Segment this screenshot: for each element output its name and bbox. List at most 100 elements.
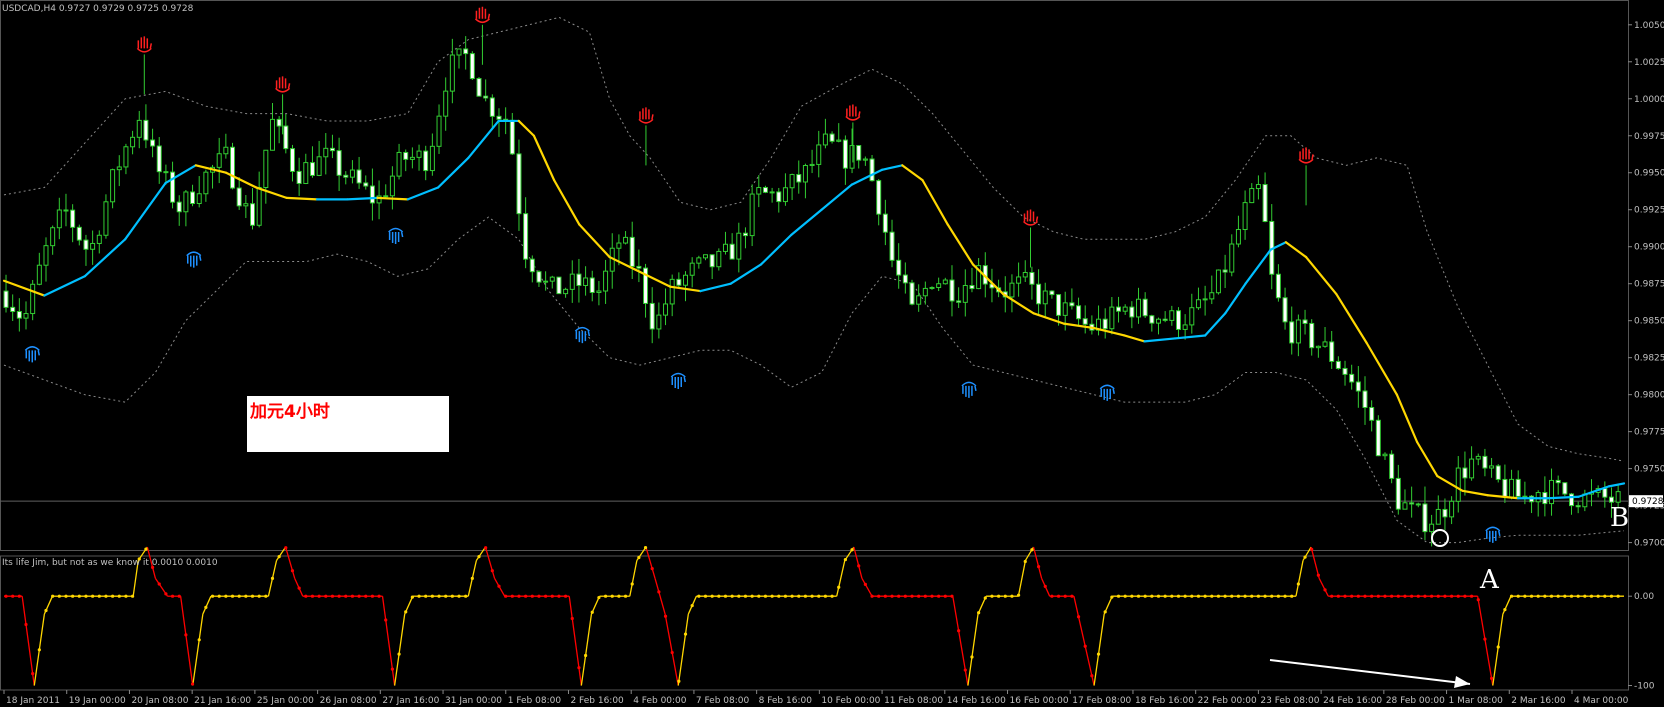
osc-dot [397,652,401,656]
osc-dot [1509,594,1514,598]
osc-dot [1356,594,1360,598]
candle-body [130,136,136,148]
osc-dot [797,594,801,598]
candle-body [1029,272,1035,285]
osc-dot [410,595,414,599]
osc-dot [1170,594,1174,598]
osc-dot [430,594,434,598]
candle-body [516,153,522,215]
osc-dot [177,594,181,598]
candle-body [1555,479,1561,484]
osc-dot [650,567,654,571]
osc-dot [130,594,135,598]
osc-dot [190,682,195,686]
candle-body [443,90,449,117]
osc-dot [217,594,221,598]
candle-body [969,284,975,290]
candle-body [230,146,236,189]
price-tick-label: 0.9850 [1634,317,1664,327]
candle-body [309,162,315,176]
candle-body [1329,341,1335,362]
osc-dot [57,594,61,598]
osc-dot [1416,594,1420,598]
osc-dot [903,594,907,598]
osc-dot [1176,594,1181,598]
candle-body [1215,269,1221,294]
osc-dot [690,603,694,608]
candle-body [916,295,922,305]
osc-dot [1503,608,1507,612]
candle-body [742,232,748,237]
osc-dot [464,594,468,598]
osc-dot [1283,594,1287,598]
price-tick-label: 0.9775 [1634,428,1664,438]
candle-body [1102,318,1108,330]
osc-dot [230,594,235,598]
ma-segment [285,196,318,201]
candle-body [1042,290,1048,305]
osc-dot [97,594,101,598]
time-tick-label: 11 Feb 08:00 [884,696,943,706]
osc-dot [504,594,508,598]
candle-body [1475,455,1481,460]
osc-dot [730,594,734,598]
time-tick-label: 16 Feb 00:00 [1010,696,1069,706]
candle-body [283,125,289,150]
candle-body [1082,318,1088,325]
candle-body [776,191,782,203]
annotation-a: A [1479,565,1500,595]
candle-body [1222,269,1228,273]
candle-body [383,195,389,198]
candle-body [329,147,335,152]
osc-dot [1130,594,1134,598]
candle-body [456,48,462,56]
time-tick-label: 27 Jan 16:00 [382,696,439,706]
candle-body [649,302,655,330]
candle-body [136,119,142,138]
candle-body [569,273,575,290]
candle-body [1375,419,1381,457]
osc-dot [917,594,921,598]
osc-dot [270,576,275,580]
osc-dot [737,594,741,598]
candle-body [1342,367,1348,375]
candle-body [76,226,82,241]
ma-segment [346,196,379,201]
candle-body [1275,273,1281,299]
osc-dot [697,594,701,598]
candle-body [1289,321,1295,344]
osc-dot [64,594,68,598]
candle-body [223,146,229,155]
osc-dot [24,622,28,627]
candle-body [802,165,808,183]
candle-body [523,213,529,260]
osc-dot [17,594,21,598]
osc-dot [1496,645,1500,649]
candle-body [782,187,788,203]
osc-dot [1156,594,1161,598]
candle-body [769,191,775,194]
candle-body [1502,478,1508,498]
osc-dot [1463,594,1467,598]
candle-body [269,118,275,151]
time-tick-label: 4 Feb 00:00 [633,696,687,706]
candle-body [929,286,935,289]
candle-body [483,95,489,99]
candle-body [1442,508,1448,518]
time-tick-label: 14 Feb 16:00 [947,696,1006,706]
candle-body [683,274,689,286]
candle-body [663,303,669,316]
candle-body [1455,467,1461,502]
osc-dot [1083,644,1087,648]
price-tick-label: 0.9900 [1634,243,1664,253]
osc-dot [1376,594,1380,598]
candle-body [623,236,629,244]
candle-body [796,174,802,183]
osc-dot [1476,598,1480,602]
osc-dot [210,594,215,598]
candle-body [1435,508,1441,525]
osc-dot [357,594,361,598]
candle-body [603,270,609,292]
candle-body [942,279,948,285]
osc-dot [304,594,308,598]
